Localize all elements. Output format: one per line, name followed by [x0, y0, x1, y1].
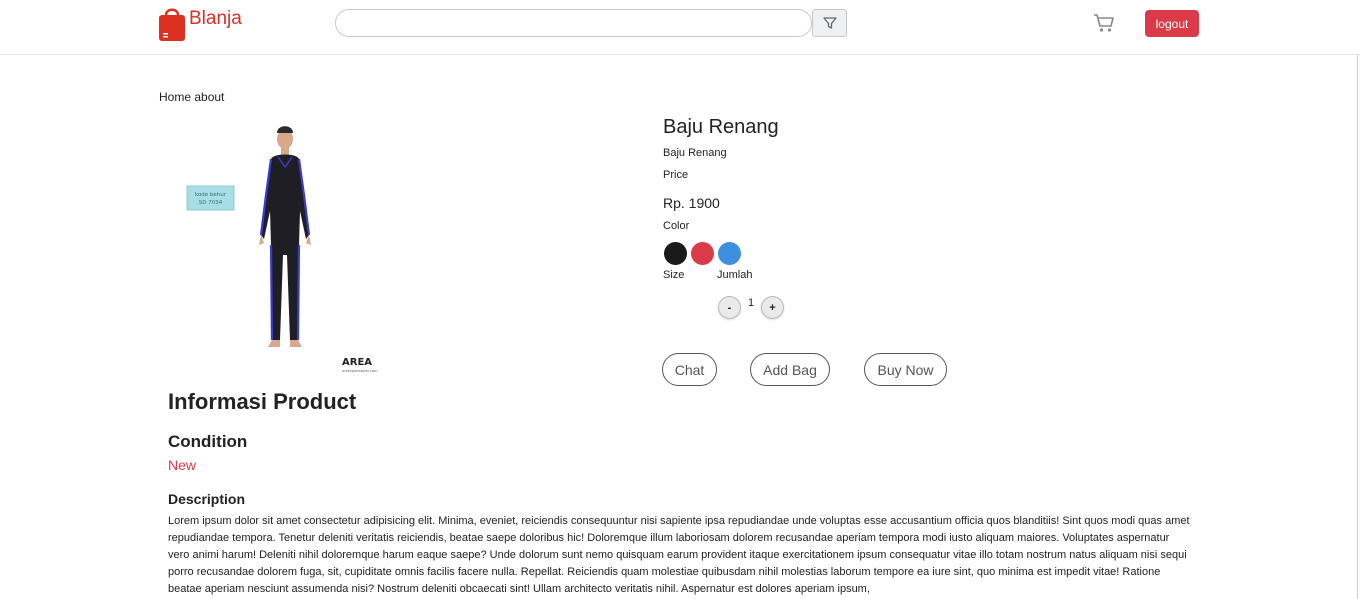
brand-name: Blanja: [189, 8, 242, 29]
condition-title: Condition: [168, 432, 248, 451]
filter-icon: [822, 17, 837, 29]
color-swatch-black[interactable]: [664, 242, 687, 265]
condition-value: New: [168, 457, 197, 473]
info-section-title: Informasi Product: [168, 389, 357, 414]
chat-button[interactable]: Chat: [662, 353, 717, 386]
breadcrumb[interactable]: Home about: [159, 90, 224, 104]
search-input[interactable]: [335, 9, 812, 37]
logout-button[interactable]: logout: [1145, 10, 1199, 37]
scrollbar-track[interactable]: [1357, 55, 1358, 599]
tag-line-2: SD 7034: [199, 200, 223, 206]
filter-button[interactable]: [812, 9, 847, 37]
color-swatch-red[interactable]: [691, 242, 714, 265]
product-image: kode behur SD 7034 AREA areasportswear.c…: [186, 126, 378, 373]
tag-line-1: kode behur: [195, 192, 227, 198]
buy-now-button[interactable]: Buy Now: [864, 353, 947, 386]
quantity-increase-button[interactable]: +: [761, 296, 784, 319]
size-label: Size: [663, 269, 685, 281]
description-text: Lorem ipsum dolor sit amet consectetur a…: [168, 515, 1190, 595]
quantity-label: Jumlah: [717, 269, 753, 281]
swimsuit-model-figure: [259, 126, 311, 347]
description-title: Description: [168, 491, 246, 507]
add-bag-button[interactable]: Add Bag: [750, 353, 830, 386]
price-label: Price: [663, 169, 689, 181]
color-label: Color: [663, 220, 690, 232]
price-value: Rp. 1900: [663, 195, 720, 211]
cart-icon[interactable]: [1093, 12, 1115, 34]
shopping-bag-icon: [159, 8, 185, 41]
brand-logo[interactable]: Blanja: [158, 5, 242, 41]
navbar: Blanja logout: [0, 0, 1360, 55]
product-title: Baju Renang: [663, 116, 779, 138]
color-swatch-blue[interactable]: [718, 242, 741, 265]
product-subtitle: Baju Renang: [663, 147, 727, 159]
brand-site: areasportswear.com: [342, 369, 378, 373]
quantity-decrease-button[interactable]: -: [718, 296, 741, 319]
quantity-value: 1: [748, 297, 755, 309]
brand-mark: AREA: [342, 357, 372, 368]
